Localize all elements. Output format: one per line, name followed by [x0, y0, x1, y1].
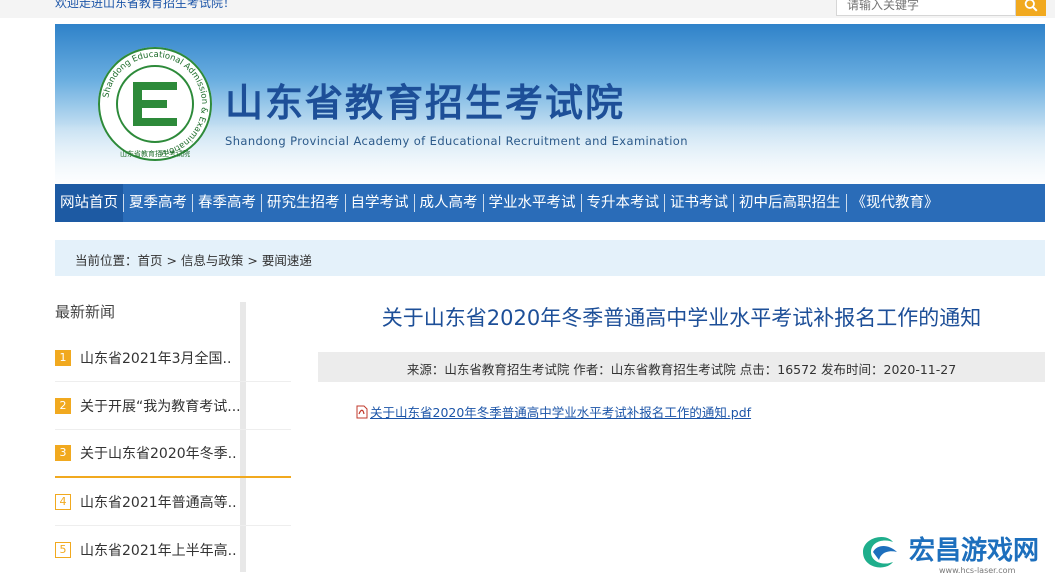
- news-number-badge: 4: [55, 493, 71, 510]
- pdf-icon: [356, 405, 368, 418]
- news-item[interactable]: 1 山东省2021年3月全国..: [55, 334, 291, 382]
- search-icon: [1024, 0, 1038, 12]
- sidebar-title: 最新新闻: [55, 303, 116, 321]
- news-item-text[interactable]: 山东省2021年普通高等..: [80, 492, 237, 512]
- watermark-logo-icon: [863, 537, 897, 568]
- nav-item[interactable]: 网站首页: [55, 184, 123, 222]
- attachment[interactable]: 关于山东省2020年冬季普通高中学业水平考试补报名工作的通知.pdf: [355, 402, 751, 421]
- news-number-badge: 3: [55, 445, 71, 461]
- nav-item[interactable]: 研究生招考: [262, 184, 345, 222]
- sidebar: 最新新闻 1 山东省2021年3月全国.. 2 关于开展“我为教育考试... 3…: [55, 298, 291, 574]
- nav-item[interactable]: 专升本考试: [582, 184, 665, 222]
- watermark-url: www.hcs-laser.com: [939, 566, 1016, 575]
- welcome-text: 欢迎走进山东省教育招生考试院！: [55, 0, 236, 10]
- main-nav: 网站首页 夏季高考 春季高考 研究生招考 自学考试 成人高考 学业水平考试 专升本考试 证书考试…: [55, 184, 1045, 222]
- nav-item[interactable]: 证书考试: [665, 184, 733, 222]
- article-meta: 来源：山东省教育招生考试院 作者：山东省教育招生考试院 点击：16572 发布时…: [406, 362, 957, 377]
- site-title: 山东省教育招生考试院: [225, 81, 626, 125]
- news-number-badge: 5: [55, 542, 71, 558]
- article-title: 关于山东省2020年冬季普通高中学业水平考试补报名工作的通知: [381, 306, 982, 330]
- site-subtitle: Shandong Provincial Academy of Education…: [225, 134, 688, 148]
- news-item[interactable]: 2 关于开展“我为教育考试...: [55, 382, 291, 430]
- news-item-text[interactable]: 山东省2021年上半年高..: [80, 540, 237, 560]
- academy-logo[interactable]: Shandong Educational Admission & Examina…: [95, 44, 215, 164]
- nav-item[interactable]: 成人高考: [415, 184, 483, 222]
- news-item-text[interactable]: 关于山东省2020年冬季..: [80, 443, 237, 463]
- news-item-text[interactable]: 山东省2021年3月全国..: [80, 348, 231, 368]
- watermark: 宏昌游戏网 www.hcs-laser.com: [855, 528, 1055, 579]
- news-item-current[interactable]: 3 关于山东省2020年冬季..: [55, 430, 291, 478]
- watermark-title: 宏昌游戏网: [909, 536, 1040, 566]
- attachment-link[interactable]: 关于山东省2020年冬季普通高中学业水平考试补报名工作的通知.pdf: [370, 402, 751, 421]
- news-number-badge: 2: [55, 397, 71, 414]
- nav-item[interactable]: 学业水平考试: [484, 184, 581, 222]
- news-item[interactable]: 5 山东省2021年上半年高..: [55, 526, 291, 574]
- header-banner: Shandong Educational Admission & Examina…: [55, 24, 1045, 184]
- news-item-text[interactable]: 关于开展“我为教育考试...: [80, 396, 241, 416]
- news-item[interactable]: 4 山东省2021年普通高等..: [55, 478, 291, 526]
- top-bar: 欢迎走进山东省教育招生考试院！: [0, 0, 1055, 18]
- nav-item[interactable]: 夏季高考: [124, 184, 192, 222]
- nav-item[interactable]: 《现代教育》: [847, 184, 944, 222]
- nav-item[interactable]: 春季高考: [193, 184, 261, 222]
- article-meta-bar: 来源：山东省教育招生考试院 作者：山东省教育招生考试院 点击：16572 发布时…: [318, 352, 1045, 382]
- search-button[interactable]: [1016, 0, 1046, 16]
- logo-cn-text: 山东省教育招生考试院: [120, 149, 190, 158]
- breadcrumb: 当前位置：首页 > 信息与政策 > 要闻速递: [75, 253, 312, 268]
- nav-item[interactable]: 初中后高职招生: [734, 184, 846, 222]
- nav-item[interactable]: 自学考试: [346, 184, 414, 222]
- breadcrumb-bar: 当前位置：首页 > 信息与政策 > 要闻速递: [55, 240, 1045, 276]
- search-input[interactable]: [836, 0, 1016, 16]
- news-number-badge: 1: [55, 349, 71, 366]
